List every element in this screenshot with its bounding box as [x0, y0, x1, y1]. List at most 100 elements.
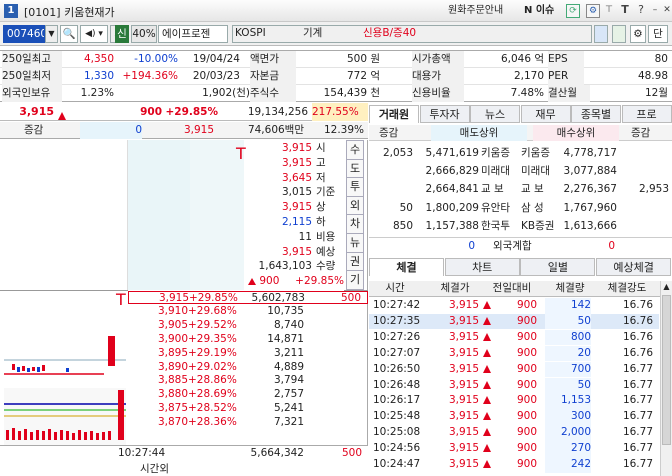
right-tab-1[interactable]: 투자자 [419, 105, 470, 123]
info-rate: +194.36% [122, 70, 178, 82]
info-value: 154,439 천 [323, 87, 380, 99]
gear-icon[interactable]: ⚙ [630, 25, 646, 43]
after-hours-label: 시간외 [140, 463, 169, 475]
help-icon[interactable]: ? [634, 4, 648, 18]
side-tab-6[interactable]: 권 [346, 251, 364, 272]
trade-tab-2[interactable]: 일별 [520, 258, 596, 276]
trade-price: 3,915 [448, 330, 479, 343]
scroll-thumb[interactable] [662, 295, 671, 445]
right-tab-2[interactable]: 뉴스 [470, 105, 520, 123]
right-tab-0[interactable]: 거래원 [369, 105, 419, 123]
trade-qty: 300 [545, 409, 591, 425]
broker-sell-name: 한국투 [481, 219, 510, 232]
broker-row: 50 1,800,209 유안타 삼 성 1,767,960 [369, 200, 672, 216]
quote-rate: +29.85% [189, 292, 238, 304]
foreign-label: 외국계합 [493, 240, 532, 252]
summary-row: 3,915 고 [232, 157, 344, 170]
col-change: 전일대비 [492, 282, 532, 294]
buy-quote-row[interactable]: 3,910 +29.68% 10,735 [128, 305, 368, 318]
info-label: 자본금 [250, 68, 296, 85]
trade-strength: 16.77 [622, 410, 653, 423]
scroll-up-arrow-icon[interactable]: ▲ [661, 281, 672, 293]
order-guide-link[interactable]: 원화주문안내 [448, 3, 503, 19]
summary-row: 3,915 시 [232, 142, 344, 155]
buy-quote-row[interactable]: 3,875 +28.52% 5,241 [128, 402, 368, 415]
trade-time: 10:27:26 [373, 330, 421, 343]
quote-volume: 3,794 [273, 374, 304, 387]
trade-qty: 50 [545, 313, 591, 330]
side-tab-2[interactable]: 투 [346, 177, 364, 198]
trade-row: 10:24:56 3,915 900 270 16.77 [369, 441, 659, 457]
broker-sell-volume: 5,471,619 [425, 147, 479, 159]
broker-buy-volume: 1,613,666 [563, 219, 617, 232]
trade-strength: 16.76 [622, 314, 653, 327]
stock-name-field[interactable]: 에이프로젠 [158, 25, 228, 43]
order-book-panel: T T 3,915 시 3,915 고 3,645 저 3,015 기준 3,915 상 2,115… [0, 140, 368, 476]
quote-rate: +28.69% [188, 388, 237, 401]
info-value: 772 억 [346, 70, 380, 82]
stock-code-input[interactable]: 007460 [3, 25, 45, 43]
summary-value: 1,643,103 [258, 260, 312, 273]
volume-rate: 217.55% [312, 103, 368, 121]
side-tab-7[interactable]: 기 [346, 270, 364, 291]
quote-rate: +29.19% [188, 346, 237, 359]
font-size-icon[interactable]: T [618, 4, 632, 18]
buy-top-header: 매수상위 [533, 125, 619, 141]
trade-scrollbar[interactable]: ▲ [660, 281, 672, 476]
info-frame [232, 25, 592, 43]
summary-row: 3,015 기준 [232, 186, 344, 199]
quote-volume: 2,757 [273, 388, 304, 401]
broker-row: 2,053 5,471,619 키움증 키움증 4,778,717 [369, 145, 672, 161]
trade-tab-0[interactable]: 체결 [369, 258, 444, 276]
trade-change: 900 [516, 458, 537, 470]
buy-quote-row[interactable]: 3,880 +28.69% 2,757 [128, 388, 368, 401]
info-label: PER [548, 68, 584, 85]
side-tab-0[interactable]: 수 [346, 140, 364, 160]
single-order-button[interactable]: 단 [648, 25, 668, 43]
trade-row: 10:25:08 3,915 900 2,000 16.77 [369, 425, 659, 441]
buy-quote-row[interactable]: 3,895 +29.19% 3,211 [128, 347, 368, 360]
diff-value-2: 3,915 [183, 124, 214, 136]
summary-key: 시 [316, 142, 326, 154]
trade-price: 3,915 [448, 394, 479, 407]
trade-time: 10:25:08 [373, 426, 421, 439]
trade-price: 3,915 [448, 442, 479, 455]
trade-row: 10:27:42 3,915 900 142 16.76 [369, 298, 659, 314]
right-tab-4[interactable]: 종목별 [571, 105, 621, 123]
buy-quote-row[interactable]: 3,870 +28.36% 7,321 [128, 416, 368, 429]
link-icon[interactable]: ⟳ [566, 4, 580, 18]
trade-change: 900 [516, 362, 537, 375]
quote-rate: +29.52% [188, 318, 237, 331]
buy-quote-row[interactable]: 3,900 +29.35% 14,871 [128, 333, 368, 346]
trade-qty: 1,153 [545, 393, 591, 409]
trade-tab-1[interactable]: 차트 [444, 258, 520, 276]
side-tab-3[interactable]: 외 [346, 195, 364, 216]
info-value: 6,046 억 [500, 53, 544, 65]
right-tab-5[interactable]: 프로 [621, 105, 672, 123]
buy-quote-row[interactable]: 3,915 +29.85% 5,602,783 500 [128, 291, 368, 304]
summary-key: 기준 [316, 186, 336, 199]
layout-icon[interactable] [594, 25, 608, 43]
buy-quote-row[interactable]: 3,905 +29.52% 8,740 [128, 319, 368, 332]
broker-buy-name: 교 보 [521, 183, 544, 196]
right-tab-3[interactable]: 재무 [520, 105, 571, 123]
search-icon[interactable]: 🔍 [60, 25, 78, 43]
side-tab-5[interactable]: 뉴 [346, 233, 364, 253]
screen-icon[interactable] [612, 25, 626, 43]
close-icon[interactable]: ✕ [660, 4, 672, 18]
trade-tab-3[interactable]: 예상체결 [596, 258, 672, 276]
code-dropdown-icon[interactable]: ▼ [45, 25, 58, 43]
window-title: [0101] 키움현재가 [24, 6, 115, 19]
broker-sell-volume: 1,157,388 [425, 219, 479, 232]
news-issue-button[interactable]: N 이슈 [524, 3, 554, 19]
speaker-icon[interactable]: ◀) ▾ [80, 25, 108, 43]
buy-quote-row[interactable]: 3,885 +28.86% 3,794 [128, 374, 368, 387]
side-tab-1[interactable]: 도 [346, 158, 364, 179]
pin-icon[interactable]: ⊤ [602, 4, 616, 18]
info-label: 대용가 [412, 68, 464, 85]
side-tab-4[interactable]: 차 [346, 214, 364, 235]
settings-icon[interactable]: ⚙ [586, 4, 600, 18]
broker-sell-volume: 1,800,209 [425, 201, 479, 214]
buy-quote-row[interactable]: 3,890 +29.02% 4,889 [128, 361, 368, 374]
summary-row: 2,115 하 [232, 216, 344, 229]
